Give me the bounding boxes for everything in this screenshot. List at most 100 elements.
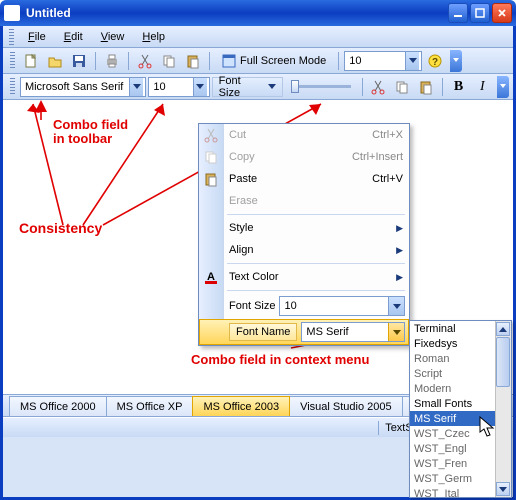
copy-button-2[interactable] [391,76,413,98]
ctx-style-label: Style [229,222,253,234]
zoom-combo[interactable]: 10 [344,51,422,71]
ctx-align-label: Align [229,244,253,256]
ctx-copy[interactable]: Copy Ctrl+Insert [199,146,409,168]
font-size-combo[interactable]: 10 [148,77,209,97]
text-color-icon: A [203,269,219,285]
ctx-erase[interactable]: Erase [199,190,409,212]
ctx-font-name-label: Font Name [229,323,297,341]
ctx-separator [227,263,405,264]
ctx-text-color-label: Text Color [229,271,279,283]
grip-icon[interactable] [10,78,15,96]
paste-button[interactable] [182,50,204,72]
svg-text:?: ? [432,57,438,68]
font-size-value: 10 [153,81,190,93]
ctx-font-name-combo[interactable]: MS Serif [301,322,405,342]
font-family-value: Microsoft Sans Serif [25,81,127,93]
scroll-down-button[interactable] [496,482,510,496]
font-size-label-button[interactable]: Font Size [212,77,284,97]
ctx-font-size-row: Font Size 10 [199,293,409,319]
ctx-font-size-label: Font Size [229,300,275,312]
ctx-copy-label: Copy [229,151,255,163]
submenu-arrow-icon: ▶ [396,272,403,283]
new-file-button[interactable] [20,50,42,72]
grip-icon[interactable] [10,52,15,70]
copy-icon [203,149,219,165]
ctx-font-size-combo[interactable]: 10 [279,296,405,316]
scrollbar[interactable] [495,321,511,497]
full-screen-label: Full Screen Mode [240,55,326,67]
ctx-style[interactable]: Style ▶ [199,217,409,239]
help-button[interactable]: ? [424,50,446,72]
ctx-font-name-value: MS Serif [302,326,388,338]
font-family-combo[interactable]: Microsoft Sans Serif [20,77,146,97]
menu-help[interactable]: HelpHelp [134,29,173,45]
annotation-consistency: Consistency [19,220,102,236]
ctx-paste-label: Paste [229,173,257,185]
menubar: FFileile EditEdit ViewView HelpHelp [3,26,513,48]
font-dropdown-list[interactable]: TerminalFixedsysRomanScriptModernSmall F… [409,320,512,498]
separator [442,78,443,96]
context-menu: Cut Ctrl+X Copy Ctrl+Insert Paste Ctrl+V… [198,123,410,346]
title-bar: Untitled [0,0,516,26]
zoom-combo-value: 10 [349,55,403,67]
cut-button[interactable] [134,50,156,72]
paste-icon [203,171,219,187]
font-size-label: Font Size [219,75,265,99]
window-buttons [448,3,512,23]
annotation-ctx-combo: Combo field in context menu [191,352,369,367]
dropdown-arrow-icon[interactable] [193,78,207,96]
slider-thumb[interactable] [291,80,299,93]
theme-tab[interactable]: MS Office 2000 [9,396,107,416]
ctx-align[interactable]: Align ▶ [199,239,409,261]
cut-button-2[interactable] [368,76,390,98]
ctx-text-color[interactable]: A Text Color ▶ [199,266,409,288]
dropdown-arrow-icon[interactable] [388,297,404,315]
window-title: Untitled [26,6,448,20]
ctx-font-name-row: Font Name MS Serif [199,319,409,345]
separator [95,52,96,70]
dropdown-arrow-icon[interactable] [388,323,404,341]
scroll-thumb[interactable] [496,337,510,387]
ctx-copy-shortcut: Ctrl+Insert [352,151,403,163]
annotation-toolbar-combo: Combo fieldin toolbar [53,118,128,146]
cut-icon [203,127,219,143]
submenu-arrow-icon: ▶ [396,245,403,256]
theme-tab[interactable]: MS Office 2003 [192,396,290,416]
dropdown-arrow-icon[interactable] [405,52,419,70]
menu-view[interactable]: ViewView [93,29,133,45]
menu-edit[interactable]: EditEdit [56,29,91,45]
print-button[interactable] [101,50,123,72]
save-button[interactable] [68,50,90,72]
ctx-paste[interactable]: Paste Ctrl+V [199,168,409,190]
app-icon [4,5,20,21]
font-size-slider[interactable] [291,85,350,88]
paste-button-2[interactable] [415,76,437,98]
full-screen-button[interactable]: Full Screen Mode [215,51,333,71]
ctx-paste-shortcut: Ctrl+V [372,173,403,185]
bold-button[interactable]: B [448,76,470,98]
minimize-button[interactable] [448,3,468,23]
toolbar-overflow-button[interactable] [450,50,462,72]
ctx-cut-shortcut: Ctrl+X [372,129,403,141]
ctx-separator [227,290,405,291]
copy-button[interactable] [158,50,180,72]
ctx-cut[interactable]: Cut Ctrl+X [199,124,409,146]
formatting-toolbar: Microsoft Sans Serif 10 Font Size B I [3,74,513,100]
ctx-separator [227,214,405,215]
ctx-cut-label: Cut [229,129,246,141]
separator [209,52,210,70]
theme-tab[interactable]: Visual Studio 2005 [289,396,403,416]
italic-button[interactable]: I [471,76,493,98]
ctx-font-size-value: 10 [280,300,388,312]
scroll-up-button[interactable] [496,322,510,336]
menu-file[interactable]: FFileile [20,29,54,45]
close-button[interactable] [492,3,512,23]
open-file-button[interactable] [44,50,66,72]
dropdown-arrow-icon [268,84,276,89]
theme-tab[interactable]: MS Office XP [106,396,194,416]
separator [128,52,129,70]
maximize-button[interactable] [470,3,490,23]
toolbar-overflow-button[interactable] [497,76,509,98]
dropdown-arrow-icon[interactable] [129,78,143,96]
ctx-erase-label: Erase [229,195,258,207]
